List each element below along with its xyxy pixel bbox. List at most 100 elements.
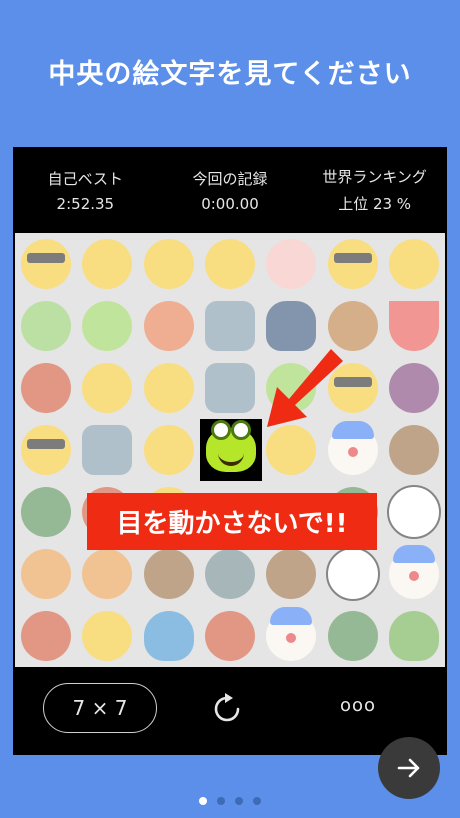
grid-cell bbox=[384, 357, 445, 419]
cat-face-icon bbox=[82, 549, 133, 599]
grid-cell bbox=[322, 543, 383, 605]
sunglasses-face-icon bbox=[20, 425, 71, 475]
pig-face-icon bbox=[266, 239, 317, 289]
grid-cell bbox=[15, 605, 76, 667]
more-options-button[interactable]: ooo bbox=[338, 695, 378, 719]
monkey-face-icon bbox=[266, 549, 317, 599]
grid-cell bbox=[199, 357, 260, 419]
hatching-chick-icon bbox=[389, 239, 440, 289]
grid-cell bbox=[76, 357, 137, 419]
grid-cell bbox=[15, 419, 76, 481]
grid-size-button[interactable]: 7 × 7 bbox=[43, 683, 157, 733]
robot-face-icon bbox=[204, 301, 255, 351]
grid-cell bbox=[15, 233, 76, 295]
grid-cell bbox=[138, 233, 199, 295]
octopus-icon bbox=[143, 301, 194, 351]
center-emoji[interactable] bbox=[200, 419, 262, 481]
grid-cell bbox=[138, 605, 199, 667]
grid-cell bbox=[138, 295, 199, 357]
screaming-face-icon bbox=[204, 239, 255, 289]
grid-cell bbox=[384, 233, 445, 295]
dragon-face-icon bbox=[20, 487, 71, 537]
grid-cell bbox=[384, 295, 445, 357]
grid-cell bbox=[384, 605, 445, 667]
green-blob-face-icon bbox=[389, 611, 440, 661]
stat-label: 自己ベスト bbox=[47, 169, 123, 188]
grid-cell bbox=[15, 357, 76, 419]
grid-cell bbox=[76, 295, 137, 357]
grid-cell bbox=[261, 295, 322, 357]
devil-face-icon bbox=[20, 363, 71, 413]
stat-current-record: 今回の記録 0:00.00 bbox=[160, 168, 300, 213]
hatching-chick-icon bbox=[82, 239, 133, 289]
stat-label: 世界ランキング bbox=[322, 168, 427, 186]
grid-cell bbox=[76, 543, 137, 605]
grid-cell bbox=[15, 543, 76, 605]
game-panel: 自己ベスト 2:52.35 今回の記録 0:00.00 世界ランキング 上位 2… bbox=[13, 147, 447, 755]
grid-cell bbox=[384, 481, 445, 543]
grid-cell bbox=[199, 605, 260, 667]
grid-cell bbox=[322, 605, 383, 667]
emoji-board[interactable]: 目を動かさないで!! bbox=[15, 233, 445, 667]
grid-cell bbox=[199, 233, 260, 295]
stat-label: 今回の記録 bbox=[192, 169, 268, 188]
robot-face-icon bbox=[204, 363, 255, 413]
monkey-face-icon bbox=[389, 425, 440, 475]
grid-cell bbox=[261, 605, 322, 667]
stat-value: 0:00.00 bbox=[201, 194, 259, 213]
alien-face-icon bbox=[204, 549, 255, 599]
grid-cell bbox=[199, 295, 260, 357]
stat-world-ranking: 世界ランキング 上位 23 % bbox=[305, 166, 445, 214]
melon-icon bbox=[20, 301, 71, 351]
page-title: 中央の絵文字を見てください bbox=[48, 59, 412, 90]
grid-cell bbox=[76, 605, 137, 667]
dragon-face-icon bbox=[327, 611, 378, 661]
clown-face-icon bbox=[266, 607, 317, 661]
stat-value: 上位 23 % bbox=[338, 195, 412, 213]
penguin-icon bbox=[266, 301, 317, 351]
frog-face-icon bbox=[206, 420, 256, 472]
grinning-face-icon bbox=[266, 425, 317, 475]
grid-cell bbox=[138, 419, 199, 481]
arrow-icon bbox=[267, 349, 343, 427]
sunglasses-face-icon bbox=[327, 239, 378, 289]
monkey-face-icon bbox=[143, 549, 194, 599]
panda-face-icon bbox=[325, 547, 380, 601]
sunglasses-face-icon bbox=[20, 239, 71, 289]
grid-cell bbox=[322, 233, 383, 295]
watermelon-icon bbox=[389, 301, 440, 351]
winking-kiss-face-icon bbox=[82, 363, 133, 413]
grid-cell bbox=[76, 233, 137, 295]
bear-face-icon bbox=[327, 301, 378, 351]
grid-cell bbox=[199, 543, 260, 605]
cat-face-icon bbox=[20, 549, 71, 599]
refresh-icon[interactable] bbox=[211, 693, 243, 725]
robot-face-icon bbox=[82, 425, 133, 475]
dizzy-face-icon bbox=[82, 611, 133, 661]
warning-banner: 目を動かさないで!! bbox=[87, 493, 377, 550]
panda-face-icon bbox=[387, 485, 442, 539]
pagination-dots bbox=[0, 797, 460, 805]
next-button[interactable] bbox=[378, 737, 440, 799]
frog-face-icon bbox=[82, 301, 133, 351]
page-dot[interactable] bbox=[199, 797, 207, 805]
grid-cell bbox=[15, 295, 76, 357]
grid-cell bbox=[76, 419, 137, 481]
grid-cell bbox=[322, 295, 383, 357]
stats-bar: 自己ベスト 2:52.35 今回の記録 0:00.00 世界ランキング 上位 2… bbox=[13, 147, 447, 233]
grapes-icon bbox=[389, 363, 440, 413]
grid-cell bbox=[15, 481, 76, 543]
page-dot[interactable] bbox=[235, 797, 243, 805]
page-dot[interactable] bbox=[253, 797, 261, 805]
clown-face-icon bbox=[389, 545, 440, 599]
page-dot[interactable] bbox=[217, 797, 225, 805]
grid-cell bbox=[138, 543, 199, 605]
stat-personal-best: 自己ベスト 2:52.35 bbox=[15, 168, 155, 213]
kiss-face-icon bbox=[143, 425, 194, 475]
grid-cell bbox=[384, 419, 445, 481]
grid-cell bbox=[384, 543, 445, 605]
stat-value: 2:52.35 bbox=[56, 194, 115, 213]
devil-face-icon bbox=[204, 611, 255, 661]
devil-face-icon bbox=[20, 611, 71, 661]
clown-face-icon bbox=[327, 421, 378, 475]
